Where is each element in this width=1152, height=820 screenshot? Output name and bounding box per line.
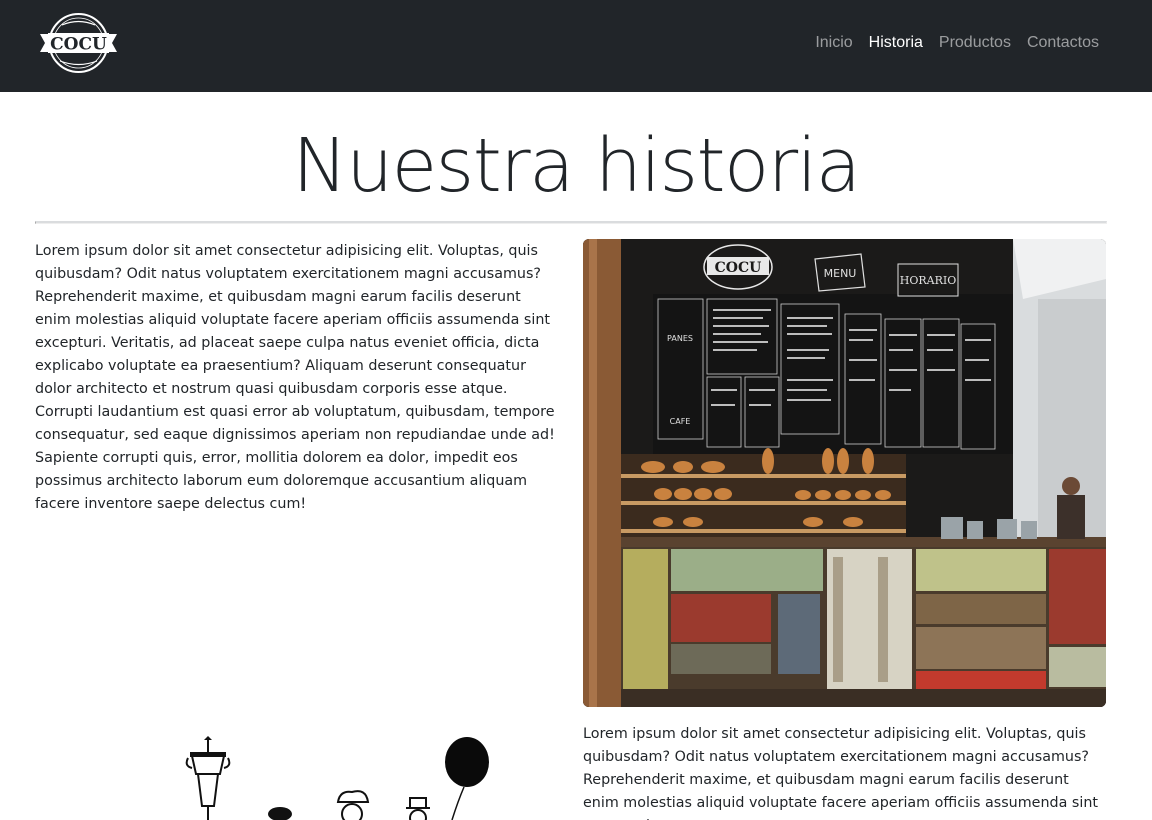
title-divider xyxy=(35,221,1107,224)
navbar: COCU Inicio Historia Productos Contactos xyxy=(0,0,1152,92)
nav-link-productos[interactable]: Productos xyxy=(939,33,1011,53)
history-paragraph-2: Lorem ipsum dolor sit amet consectetur a… xyxy=(583,726,1098,820)
cocu-logo[interactable]: COCU xyxy=(38,12,119,74)
bakery-photo: COCU MENU HORARIO PANES CAFE xyxy=(583,239,1106,707)
photo-menu-sign: MENU xyxy=(824,267,857,280)
photo-panes-label: PANES xyxy=(667,334,693,343)
city-illustration xyxy=(180,736,500,820)
nav-links: Inicio Historia Productos Contactos xyxy=(815,33,1099,53)
logo-text: COCU xyxy=(50,35,107,55)
photo-cafe-label: CAFE xyxy=(670,417,691,426)
nav-link-inicio[interactable]: Inicio xyxy=(815,33,852,53)
photo-horario-sign: HORARIO xyxy=(900,274,956,287)
page-title: Nuestra historia xyxy=(292,123,861,209)
history-paragraph-1: Lorem ipsum dolor sit amet consectetur a… xyxy=(35,243,555,512)
svg-text:COCU: COCU xyxy=(715,260,762,276)
nav-link-contactos[interactable]: Contactos xyxy=(1027,33,1099,53)
nav-link-historia[interactable]: Historia xyxy=(869,33,923,53)
